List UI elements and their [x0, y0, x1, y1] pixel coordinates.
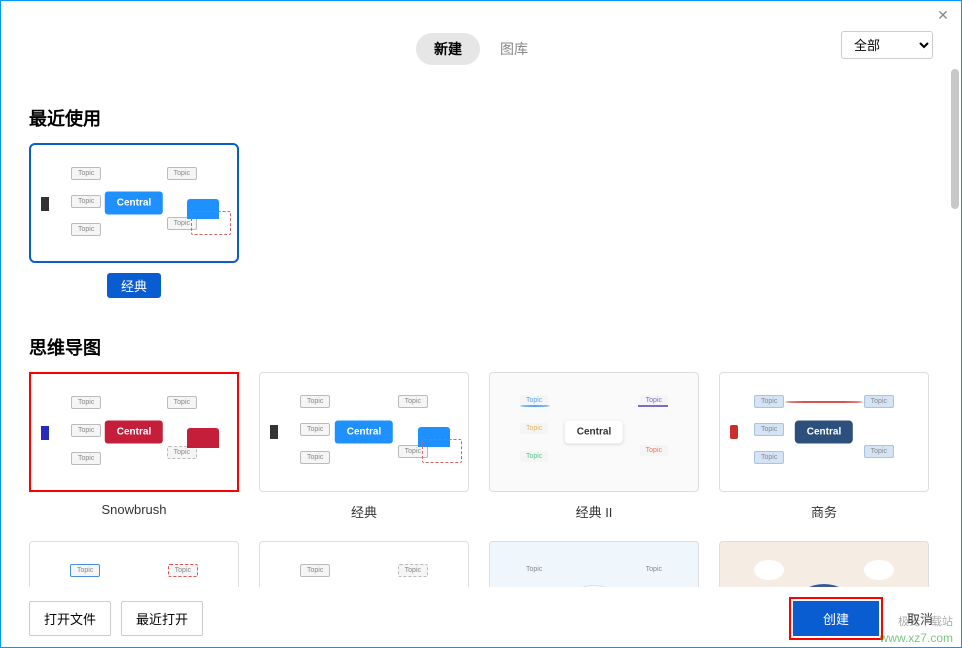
create-button-highlight: 创建: [789, 597, 883, 640]
title-bar: ✕: [1, 1, 961, 29]
central-node: Central: [798, 584, 850, 587]
topic-node: Topic: [754, 395, 784, 408]
template-card-row2-4[interactable]: Central: [719, 541, 929, 587]
central-node: Central: [105, 192, 163, 215]
cancel-button[interactable]: 取消: [907, 609, 933, 628]
topic-node: Topic: [71, 452, 101, 465]
topic-node: Topic: [300, 451, 330, 464]
topic-node: Topic: [864, 445, 894, 458]
topic-node: Topic: [300, 423, 330, 436]
central-node: Central: [335, 421, 393, 444]
mindmap-templates-grid: Central Topic Topic Topic Topic Topic Sn…: [29, 372, 933, 587]
template-thumb: Central Topic Topic Topic Topic: [489, 541, 699, 587]
topic-node: Topic: [167, 396, 197, 409]
create-button[interactable]: 创建: [793, 601, 879, 636]
open-file-button[interactable]: 打开文件: [29, 601, 111, 636]
tab-new[interactable]: 新建: [416, 33, 480, 65]
template-thumb: Central Topic Topic Topic Topic: [259, 541, 469, 587]
template-card-business[interactable]: Central Topic Topic Topic Topic Topic 商务: [719, 372, 929, 521]
template-thumb: Central Topic Topic Topic Topic Topic: [719, 372, 929, 492]
branch-line: [520, 405, 550, 407]
template-card-row2-1[interactable]: Central Topic Topic Topic Topic: [29, 541, 239, 587]
connector-box: [730, 425, 738, 439]
central-node: Central: [565, 421, 623, 444]
footer-right: 创建 取消: [789, 597, 933, 640]
topic-node: Topic: [864, 395, 894, 408]
recent-open-button[interactable]: 最近打开: [121, 601, 203, 636]
footer-left: 打开文件 最近打开: [29, 601, 203, 636]
tabs: 新建 图库: [416, 33, 546, 65]
section-title-mindmap: 思维导图: [29, 334, 933, 360]
topic-node: Topic: [168, 564, 198, 577]
template-label: 经典: [107, 273, 161, 298]
template-label: Snowbrush: [101, 502, 166, 517]
topic-ellipse: [754, 560, 784, 580]
template-card-recent-classic[interactable]: Central Topic Topic Topic Topic Topic 经典: [29, 143, 239, 298]
connector-box: [41, 197, 49, 211]
connector-box: [270, 425, 278, 439]
close-icon[interactable]: ✕: [933, 5, 953, 25]
topic-node: Topic: [754, 451, 784, 464]
branch-line: [638, 405, 668, 407]
template-card-row2-2[interactable]: Central Topic Topic Topic Topic: [259, 541, 469, 587]
topic-node: Topic: [71, 396, 101, 409]
template-card-snowbrush[interactable]: Central Topic Topic Topic Topic Topic Sn…: [29, 372, 239, 521]
header: 新建 图库 全部: [1, 29, 961, 69]
topic-node: Topic: [520, 451, 548, 462]
template-thumb: Central Topic Topic Topic Topic Topic: [489, 372, 699, 492]
template-thumb: Central Topic Topic Topic Topic Topic: [259, 372, 469, 492]
central-node: Central: [569, 585, 619, 587]
topic-ellipse: [864, 560, 894, 580]
topic-node: Topic: [71, 167, 101, 180]
content-area: 最近使用 Central Topic Topic Topic Topic Top…: [1, 69, 961, 587]
template-label: 商务: [811, 502, 837, 521]
central-node: Central: [795, 421, 853, 444]
topic-node: Topic: [300, 564, 330, 577]
topic-node: Topic: [754, 423, 784, 436]
connector-box: [41, 426, 49, 440]
topic-node: Topic: [640, 564, 668, 575]
filter-select[interactable]: 全部: [841, 31, 933, 59]
template-card-classic2[interactable]: Central Topic Topic Topic Topic Topic 经典…: [489, 372, 699, 521]
tab-gallery[interactable]: 图库: [482, 33, 546, 65]
topic-node: Topic: [70, 564, 100, 577]
template-thumb: Central Topic Topic Topic Topic Topic: [29, 372, 239, 492]
topic-node: Topic: [398, 395, 428, 408]
template-thumb: Central Topic Topic Topic Topic: [29, 541, 239, 587]
accent-box: [187, 428, 219, 448]
central-node: Central: [105, 421, 163, 444]
recent-templates-grid: Central Topic Topic Topic Topic Topic 经典: [29, 143, 933, 298]
topic-node: Topic: [71, 223, 101, 236]
template-thumb: Central Topic Topic Topic Topic Topic: [29, 143, 239, 263]
footer: 打开文件 最近打开 创建 取消: [1, 589, 961, 647]
dashed-box: [191, 211, 231, 235]
topic-node: Topic: [520, 564, 548, 575]
topic-node: Topic: [71, 195, 101, 208]
topic-node: Topic: [640, 445, 668, 456]
curve-line: [785, 401, 863, 403]
template-label: 经典: [351, 502, 377, 521]
dashed-box: [422, 439, 462, 463]
template-label: 经典 II: [576, 502, 613, 521]
template-card-row2-3[interactable]: Central Topic Topic Topic Topic: [489, 541, 699, 587]
topic-node: Topic: [300, 395, 330, 408]
topic-node: Topic: [167, 167, 197, 180]
section-title-recent: 最近使用: [29, 105, 933, 131]
topic-node: Topic: [71, 424, 101, 437]
template-thumb: Central: [719, 541, 929, 587]
topic-node: Topic: [398, 564, 428, 577]
template-card-classic[interactable]: Central Topic Topic Topic Topic Topic 经典: [259, 372, 469, 521]
topic-node: Topic: [520, 423, 548, 434]
